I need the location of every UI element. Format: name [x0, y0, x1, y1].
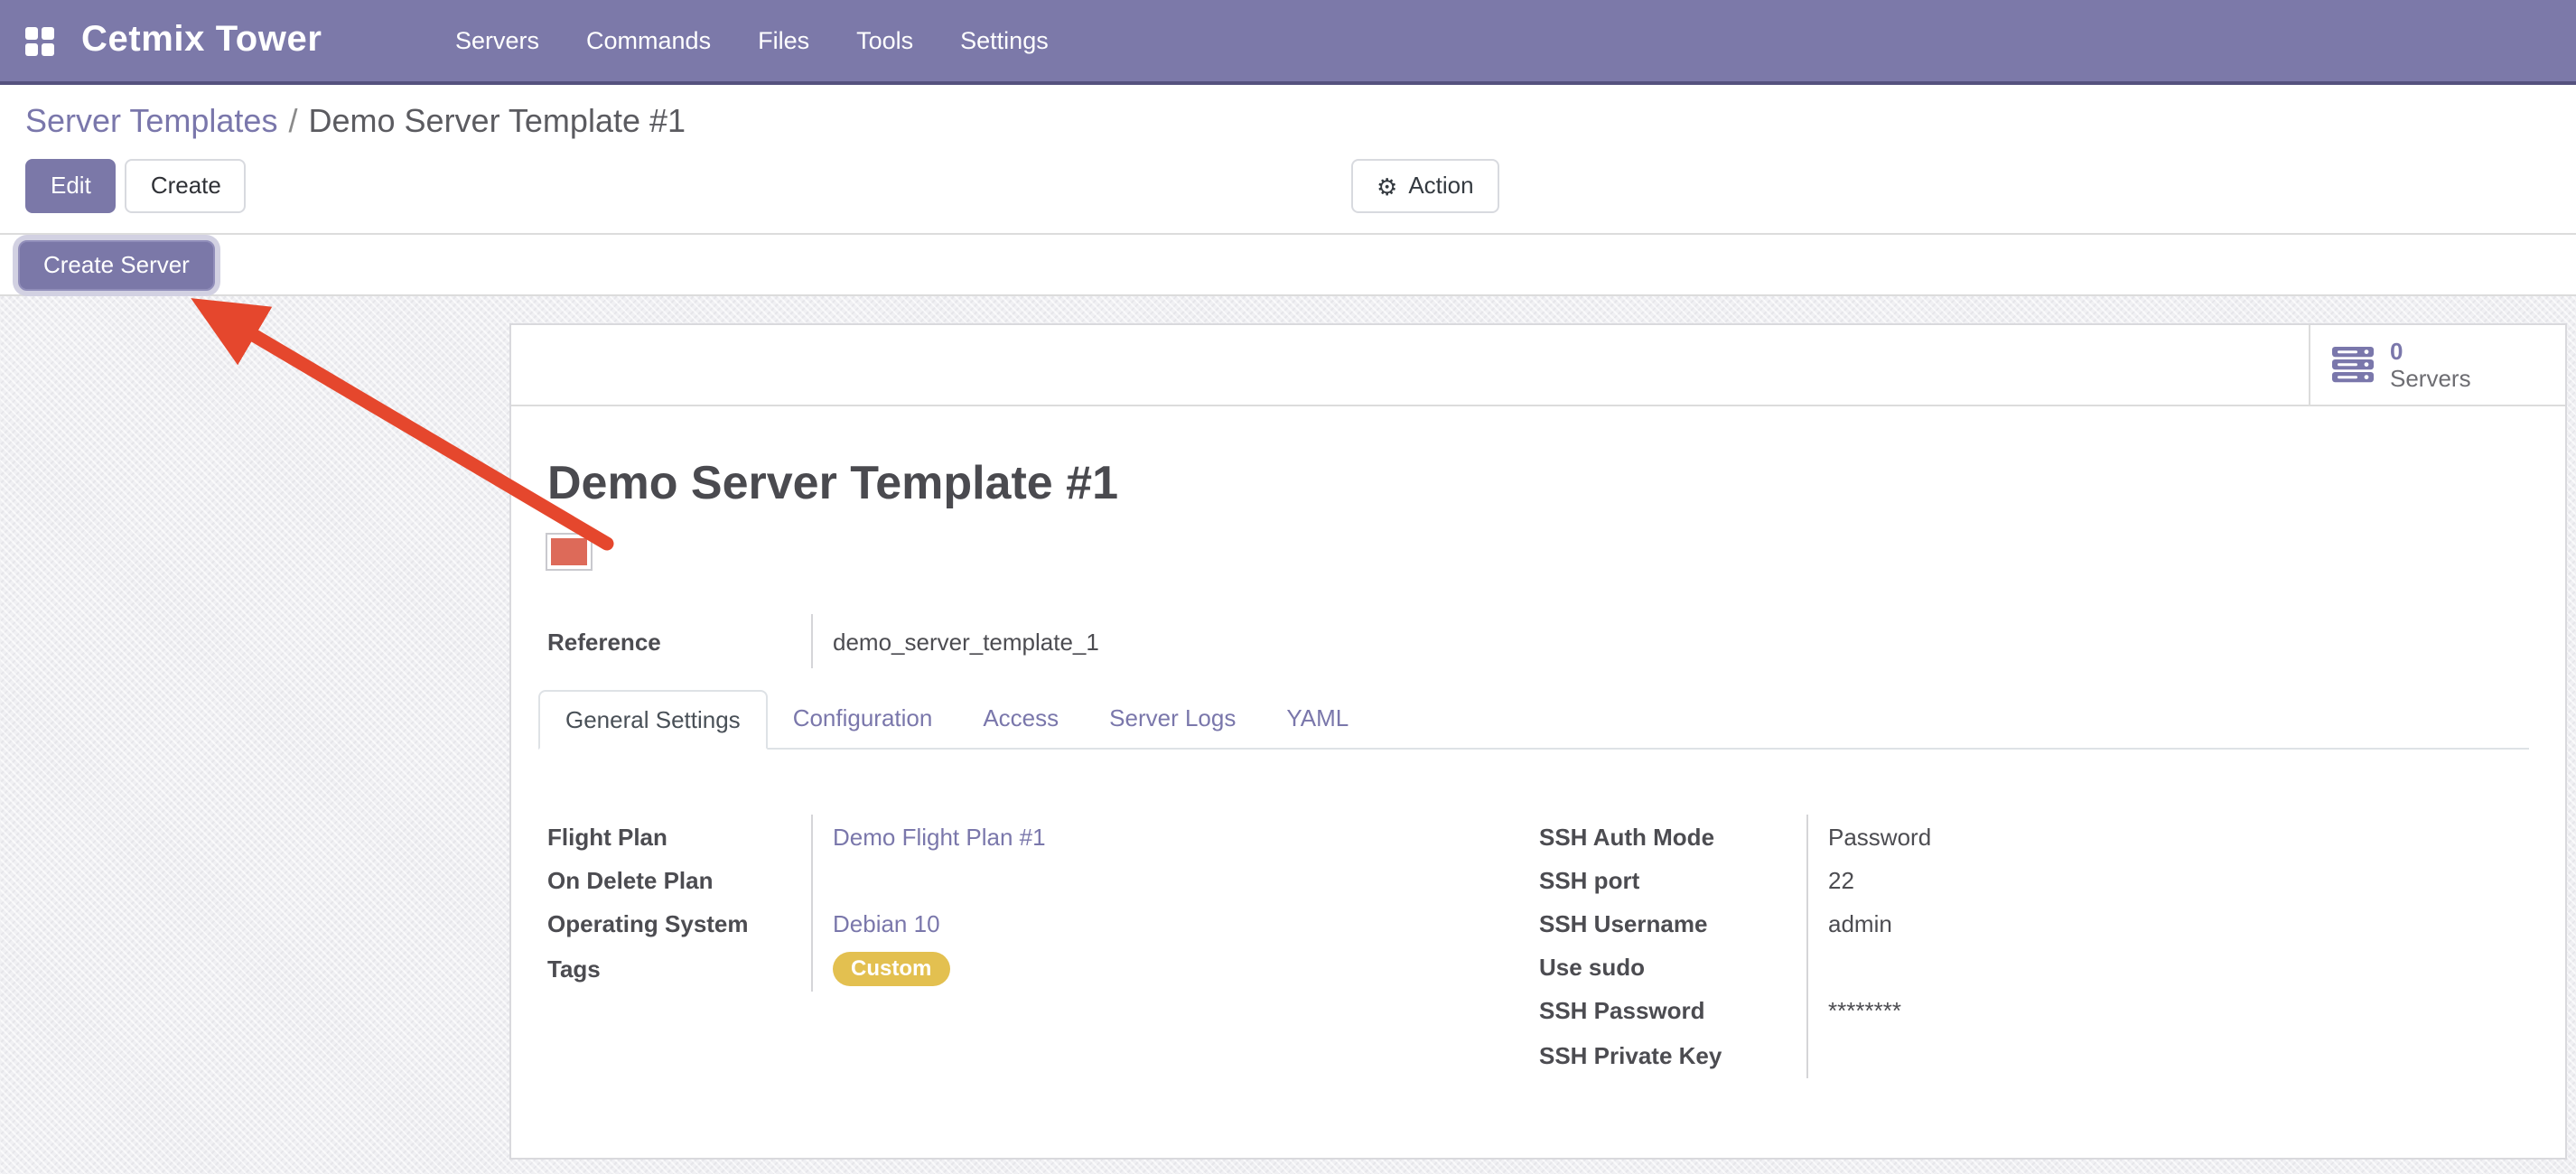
on-delete-plan-label: On Delete Plan [547, 858, 811, 901]
ssh-auth-mode-value: Password [1806, 815, 2529, 858]
create-server-strip: Create Server [0, 235, 2576, 296]
tab-server-logs[interactable]: Server Logs [1084, 690, 1261, 748]
action-button[interactable]: ⚙ Action [1351, 159, 1499, 213]
reference-label: Reference [547, 614, 811, 668]
ssh-password-value: ******** [1806, 988, 2529, 1031]
flight-plan-label: Flight Plan [547, 815, 811, 858]
flight-plan-value: Demo Flight Plan #1 [811, 815, 1539, 858]
operating-system-link[interactable]: Debian 10 [833, 909, 940, 936]
operating-system-label: Operating System [547, 901, 811, 945]
nav-item-commands[interactable]: Commands [586, 27, 711, 54]
gear-icon: ⚙ [1377, 174, 1397, 198]
tab-general-settings[interactable]: General Settings [538, 690, 768, 750]
stat-button-text: 0 Servers [2390, 338, 2471, 392]
ssh-auth-mode-label: SSH Auth Mode [1539, 815, 1806, 858]
ssh-username-value: admin [1806, 901, 2529, 945]
breadcrumb-current: Demo Server Template #1 [309, 103, 686, 139]
right-field-group: SSH Auth Mode Password SSH port 22 SSH U… [1539, 815, 2529, 1078]
nav-item-servers[interactable]: Servers [455, 27, 539, 54]
ssh-port-value: 22 [1806, 858, 2529, 901]
apps-grid-icon [25, 26, 54, 55]
use-sudo-value [1806, 945, 2529, 988]
flight-plan-link[interactable]: Demo Flight Plan #1 [833, 823, 1046, 850]
ssh-port-label: SSH port [1539, 858, 1806, 901]
form-sheet: 0 Servers Demo Server Template #1 Refere… [509, 323, 2567, 1160]
sheet-body: Demo Server Template #1 Reference demo_s… [511, 406, 2565, 1078]
app-title[interactable]: Cetmix Tower [81, 20, 322, 61]
tab-yaml[interactable]: YAML [1261, 690, 1374, 748]
edit-button[interactable]: Edit [25, 159, 117, 213]
nav-item-settings[interactable]: Settings [960, 27, 1049, 54]
breadcrumb-separator: / [288, 103, 297, 139]
server-rack-icon [2332, 347, 2374, 383]
servers-stat-button[interactable]: 0 Servers [2309, 325, 2565, 405]
app-window: Cetmix Tower Servers Commands Files Tool… [0, 0, 2576, 1174]
stat-button-box: 0 Servers [511, 325, 2565, 406]
ssh-username-label: SSH Username [1539, 901, 1806, 945]
ssh-private-key-value [1806, 1031, 2529, 1078]
field-groups: Flight Plan Demo Flight Plan #1 On Delet… [547, 815, 2529, 1078]
tags-value: Custom [811, 945, 1539, 992]
ssh-password-label: SSH Password [1539, 988, 1806, 1031]
left-field-group: Flight Plan Demo Flight Plan #1 On Delet… [547, 815, 1539, 1078]
tab-access[interactable]: Access [957, 690, 1084, 748]
tag-custom[interactable]: Custom [833, 951, 949, 985]
tab-configuration[interactable]: Configuration [768, 690, 958, 748]
color-swatch[interactable] [547, 535, 591, 569]
create-button[interactable]: Create [126, 159, 247, 213]
notebook-tabs: General Settings Configuration Access Se… [538, 690, 2529, 750]
tags-label: Tags [547, 945, 811, 992]
breadcrumb: Server Templates / Demo Server Template #1 [25, 103, 2576, 141]
ssh-private-key-label: SSH Private Key [1539, 1031, 1806, 1078]
main-menu: Servers Commands Files Tools Settings [455, 27, 1049, 54]
top-navbar: Cetmix Tower Servers Commands Files Tool… [0, 0, 2576, 85]
use-sudo-label: Use sudo [1539, 945, 1806, 988]
operating-system-value: Debian 10 [811, 901, 1539, 945]
reference-field-row: Reference demo_server_template_1 [547, 614, 2529, 668]
breadcrumb-parent-link[interactable]: Server Templates [25, 103, 277, 139]
on-delete-plan-value [811, 858, 1539, 901]
control-panel-buttons: Edit Create [25, 159, 2576, 213]
control-panel: Server Templates / Demo Server Template #1… [0, 85, 2576, 235]
servers-count: 0 [2390, 338, 2471, 365]
nav-item-files[interactable]: Files [758, 27, 809, 54]
reference-value: demo_server_template_1 [811, 614, 2529, 668]
servers-count-label: Servers [2390, 365, 2471, 392]
record-title: Demo Server Template #1 [547, 455, 2529, 509]
create-server-button[interactable]: Create Server [18, 239, 215, 290]
nav-item-tools[interactable]: Tools [856, 27, 913, 54]
content-area: 0 Servers Demo Server Template #1 Refere… [0, 296, 2576, 1174]
apps-menu-button[interactable] [16, 26, 63, 55]
action-button-label: Action [1408, 172, 1473, 200]
